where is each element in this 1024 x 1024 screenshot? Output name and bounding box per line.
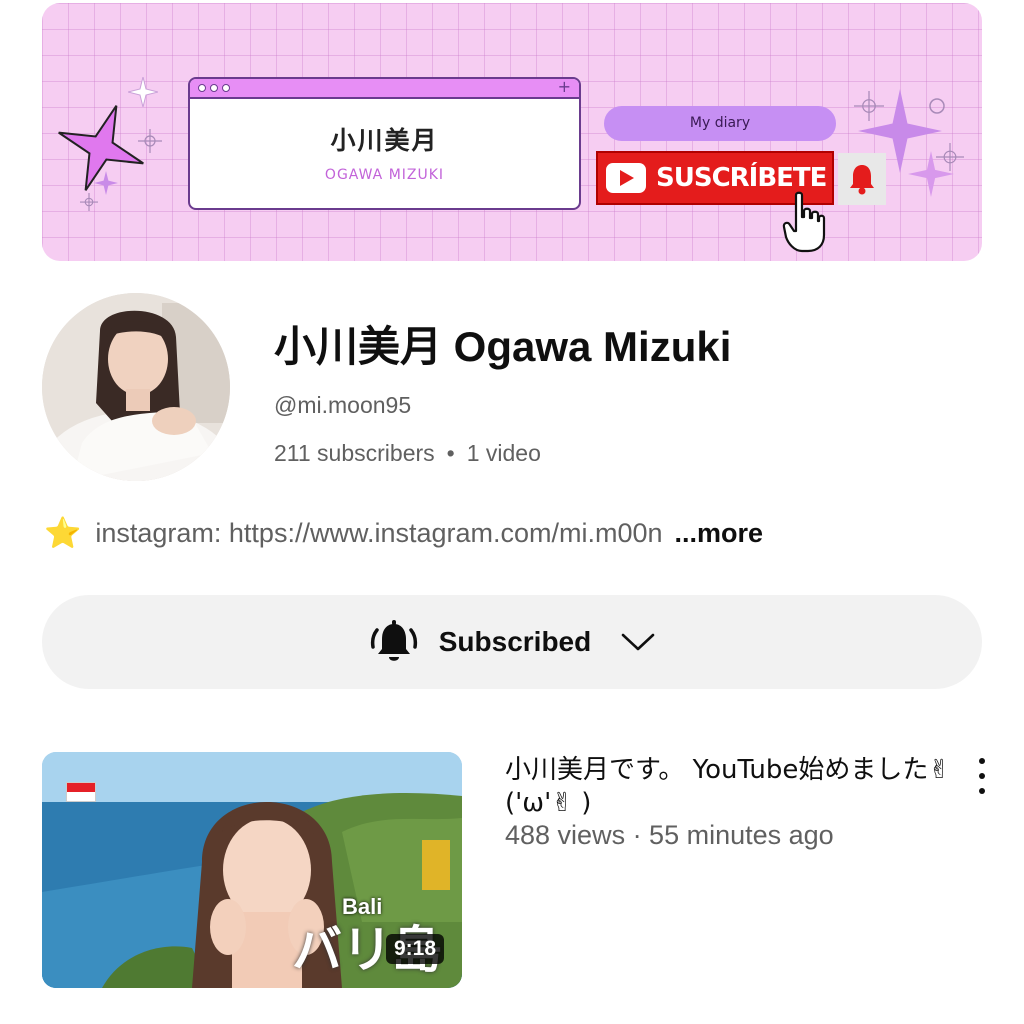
plus-icon: + (557, 77, 571, 96)
crosshair-icon (80, 193, 98, 211)
channel-description[interactable]: ⭐ instagram: https://www.instagram.com/m… (44, 516, 763, 551)
video-duration-badge: 9:18 (385, 934, 444, 964)
channel-banner: + 小川美月 OGAWA MIZUKI My diary SUSCRÍBETE (42, 3, 982, 261)
stats-separator: • (446, 440, 455, 466)
channel-handle: @mi.moon95 (274, 392, 412, 418)
bell-ringing-icon (370, 620, 417, 661)
more-link[interactable]: ...more (675, 518, 764, 549)
banner-window-card: + 小川美月 OGAWA MIZUKI (188, 77, 581, 210)
banner-subscribe-label: SUSCRÍBETE (656, 163, 827, 193)
sparkle-star-icon (128, 77, 158, 107)
avatar-portrait-image (42, 293, 230, 481)
channel-name: 小川美月 Ogawa Mizuki (274, 323, 732, 370)
banner-title-jp: 小川美月 (330, 126, 439, 155)
description-text: instagram: https://www.instagram.com/mi.… (95, 518, 663, 548)
pointer-hand-icon (782, 191, 826, 253)
sparkle-star-icon (94, 171, 118, 195)
chevron-down-icon (621, 633, 655, 651)
crosshair-icon (936, 143, 964, 171)
video-count: 1 video (466, 440, 541, 466)
indonesia-flag-icon (66, 782, 96, 802)
circle-outline-icon (929, 98, 945, 114)
crosshair-icon (138, 129, 162, 153)
more-options-icon[interactable] (970, 758, 994, 794)
subscribed-button[interactable]: Subscribed (42, 595, 982, 689)
video-thumbnail[interactable]: Bali バリ島 9:18 (42, 752, 462, 988)
channel-stats: 211 subscribers • 1 video (274, 440, 541, 467)
video-meta: 488 views · 55 minutes ago (505, 820, 834, 850)
star-icon: ⭐ (44, 517, 82, 550)
banner-diary-pill: My diary (604, 106, 836, 141)
banner-title-en: OGAWA MIZUKI (324, 167, 445, 183)
channel-avatar[interactable] (42, 293, 230, 481)
crosshair-icon (854, 91, 884, 121)
subscribed-label: Subscribed (438, 626, 592, 657)
youtube-play-icon (606, 163, 646, 193)
subscriber-count: 211 subscribers (274, 440, 435, 466)
window-titlebar: + (190, 79, 579, 99)
video-title[interactable]: 小川美月です。 YouTube始めました✌('ω'✌ ) (505, 754, 955, 820)
